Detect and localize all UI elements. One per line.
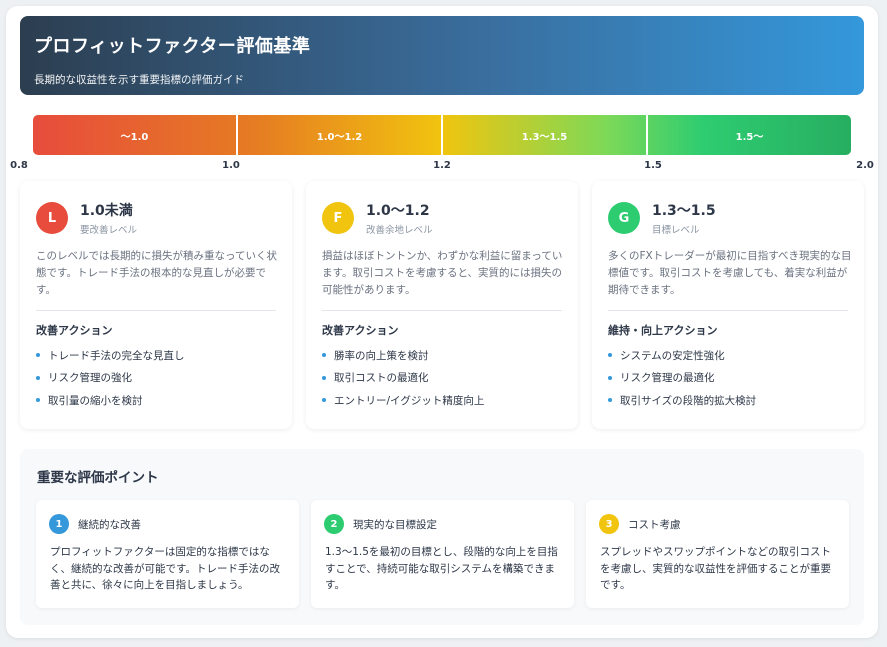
- point-body: プロフィットファクターは固定的な指標ではなく、継続的な改善が可能です。トレード手…: [50, 546, 280, 591]
- action-text: システムの安定性強化: [620, 349, 725, 362]
- point-heading: 現実的な目標設定: [353, 519, 437, 531]
- scale-tick: 1.2: [433, 160, 451, 171]
- scale-bar: 〜1.0 1.0〜1.2 1.3〜1.5 1.5〜: [33, 115, 851, 155]
- level-label: 改善余地レベル: [366, 225, 433, 236]
- action-text: リスク管理の強化: [48, 372, 132, 385]
- level-badge: L: [36, 202, 68, 234]
- scale-segment-low: 〜1.0: [120, 131, 149, 143]
- level-card-mid: F 1.0〜1.2 改善余地レベル 損益はほぼトントンか、わずかな利益に留まって…: [306, 181, 578, 429]
- scale-segment-mid: 1.0〜1.2: [316, 131, 363, 143]
- section-title: 重要な評価ポイント: [37, 470, 159, 486]
- action-text: 取引コストの最適化: [334, 372, 429, 385]
- level-badge: G: [608, 202, 640, 234]
- level-label: 要改善レベル: [80, 225, 138, 236]
- action-list: 勝率の向上策を検討 取引コストの最適化 エントリー/イグジット精度向上: [322, 344, 484, 412]
- list-item: システムの安定性強化: [608, 344, 756, 367]
- point-card: 2 現実的な目標設定 1.3〜1.5を最初の目標とし、段階的な向上を目指すことで…: [311, 500, 574, 608]
- bullet-icon: [608, 398, 612, 403]
- list-item: エントリー/イグジット精度向上: [322, 389, 484, 412]
- action-text: エントリー/イグジット精度向上: [334, 394, 485, 407]
- scale-segment-high: 1.5〜: [735, 131, 764, 143]
- list-item: 取引サイズの段階的拡大検討: [608, 389, 756, 412]
- bullet-icon: [36, 353, 40, 358]
- action-text: 取引サイズの段階的拡大検討: [620, 394, 757, 407]
- point-body: 1.3〜1.5を最初の目標とし、段階的な向上を目指すことで、持続可能な取引システ…: [325, 546, 558, 591]
- number-badge: 2: [324, 514, 344, 534]
- list-item: トレード手法の完全な見直し: [36, 344, 185, 367]
- level-range: 1.3〜1.5: [652, 203, 716, 219]
- action-list: トレード手法の完全な見直し リスク管理の強化 取引量の縮小を検討: [36, 344, 185, 412]
- scale-tick: 1.5: [644, 160, 662, 171]
- action-title: 改善アクション: [322, 324, 399, 337]
- point-card: 3 コスト考慮 スプレッドやスワップポイントなどの取引コストを考慮し、実質的な収…: [586, 500, 849, 608]
- level-range: 1.0〜1.2: [366, 203, 430, 219]
- list-item: 勝率の向上策を検討: [322, 344, 484, 367]
- card-divider: [322, 310, 562, 311]
- level-description: 多くのFXトレーダーが最初に目指すべき現実的な目標値です。取引コストを考慮しても…: [608, 250, 852, 296]
- page-subtitle: 長期的な収益性を示す重要指標の評価ガイド: [34, 74, 244, 86]
- evaluation-points-section: 重要な評価ポイント 1 継続的な改善 プロフィットファクターは固定的な指標ではな…: [20, 449, 864, 625]
- bullet-icon: [608, 353, 612, 358]
- point-heading: コスト考慮: [628, 519, 681, 531]
- action-text: 取引量の縮小を検討: [48, 394, 143, 407]
- page-header: プロフィットファクター評価基準 長期的な収益性を示す重要指標の評価ガイド: [20, 16, 864, 95]
- bullet-icon: [36, 375, 40, 380]
- number-badge: 3: [599, 514, 619, 534]
- bullet-icon: [322, 353, 326, 358]
- scale-tick: 0.8: [10, 160, 28, 171]
- bullet-icon: [36, 398, 40, 403]
- list-item: 取引量の縮小を検討: [36, 389, 185, 412]
- action-title: 維持・向上アクション: [608, 324, 718, 337]
- level-range: 1.0未満: [80, 203, 133, 219]
- point-body: スプレッドやスワップポイントなどの取引コストを考慮し、実質的な収益性を評価するこ…: [600, 546, 831, 591]
- card-divider: [608, 310, 848, 311]
- point-heading: 継続的な改善: [78, 519, 141, 531]
- bullet-icon: [322, 375, 326, 380]
- action-title: 改善アクション: [36, 324, 113, 337]
- page-title: プロフィットファクター評価基準: [34, 36, 311, 57]
- card-divider: [36, 310, 276, 311]
- list-item: リスク管理の最適化: [608, 367, 756, 390]
- action-text: リスク管理の最適化: [620, 372, 715, 385]
- action-text: トレード手法の完全な見直し: [48, 349, 185, 362]
- level-label: 目標レベル: [652, 225, 700, 236]
- scale-tick: 1.0: [222, 160, 240, 171]
- level-badge: F: [322, 202, 354, 234]
- level-card-low: L 1.0未満 要改善レベル このレベルでは長期的に損失が積み重なっていく状態で…: [20, 181, 292, 429]
- scale-tick: 2.0: [856, 160, 874, 171]
- level-card-target: G 1.3〜1.5 目標レベル 多くのFXトレーダーが最初に目指すべき現実的な目…: [592, 181, 864, 429]
- action-text: 勝率の向上策を検討: [334, 349, 429, 362]
- number-badge: 1: [49, 514, 69, 534]
- point-card: 1 継続的な改善 プロフィットファクターは固定的な指標ではなく、継続的な改善が可…: [36, 500, 299, 608]
- list-item: リスク管理の強化: [36, 367, 185, 390]
- list-item: 取引コストの最適化: [322, 367, 484, 390]
- level-description: このレベルでは長期的に損失が積み重なっていく状態です。トレード手法の根本的な見直…: [36, 250, 277, 296]
- scale-segment-target: 1.3〜1.5: [521, 131, 568, 143]
- action-list: システムの安定性強化 リスク管理の最適化 取引サイズの段階的拡大検討: [608, 344, 756, 412]
- bullet-icon: [608, 375, 612, 380]
- bullet-icon: [322, 398, 326, 403]
- level-description: 損益はほぼトントンか、わずかな利益に留まっています。取引コストを考慮すると、実質…: [322, 250, 563, 296]
